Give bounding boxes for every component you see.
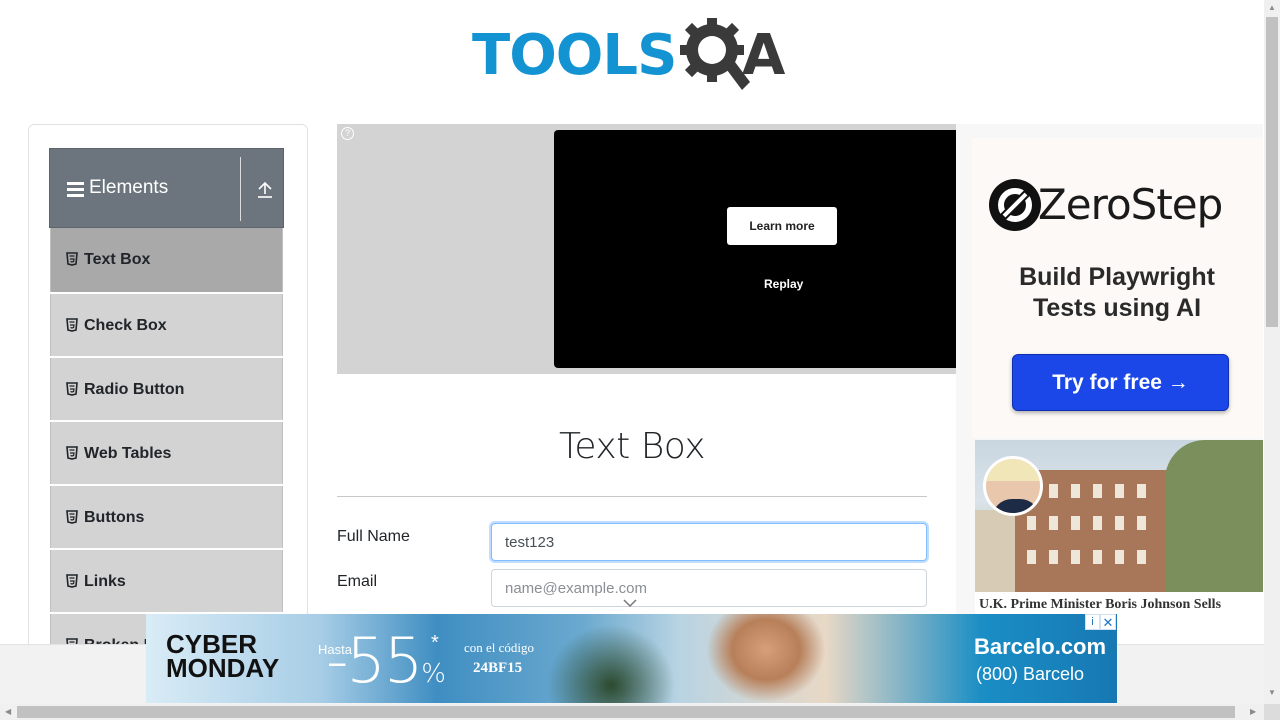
hamburger-icon [67, 182, 84, 197]
vertical-scroll-thumb[interactable] [1266, 17, 1278, 327]
horizontal-scroll-thumb[interactable] [17, 706, 1235, 718]
sidebar-item-check-box[interactable]: Check Box [50, 294, 283, 356]
html5-icon [66, 446, 78, 460]
zerostep-tagline: Build Playwright Tests using AI [1019, 263, 1215, 322]
avatar [983, 456, 1043, 516]
vertical-scrollbar[interactable]: ▲ ▼ [1264, 0, 1280, 704]
news-photo [975, 440, 1263, 592]
person-image [706, 614, 826, 703]
logo-text: TOOLS [472, 23, 677, 88]
zerostep-logo-icon [989, 179, 1041, 231]
right-ad[interactable]: ZeroStep Build Playwright Tests using AI… [956, 124, 1263, 644]
collapse-up-icon[interactable] [256, 181, 274, 199]
zerostep-brand: ZeroStep [1038, 180, 1223, 229]
scroll-right-icon[interactable]: ▶ [1250, 707, 1256, 716]
zerostep-ad[interactable]: ZeroStep Build Playwright Tests using AI… [972, 138, 1263, 438]
sidebar-accordion: Elements Text Box Check Box Radio Button… [49, 148, 284, 648]
logo-text-a: A [742, 23, 786, 88]
try-for-free-button[interactable]: Try for free → [1012, 354, 1229, 411]
full-name-label: Full Name [337, 528, 410, 545]
divider [337, 496, 927, 497]
sidebar-item-label: Buttons [84, 509, 145, 526]
sidebar-item-label: Web Tables [84, 445, 172, 462]
monday-line: MONDAY [166, 653, 280, 683]
sidebar-item-label: Links [84, 573, 126, 590]
sidebar-item-label: Radio Button [84, 381, 185, 398]
sidebar-item-label: Text Box [84, 251, 151, 268]
news-caption[interactable]: U.K. Prime Minister Boris Johnson Sells [979, 597, 1221, 613]
html5-icon [66, 252, 78, 266]
scrollbar-corner [1264, 704, 1280, 720]
html5-icon [66, 382, 78, 396]
scroll-down-icon[interactable]: ▼ [1268, 688, 1276, 697]
video-player[interactable] [554, 130, 956, 368]
ad-info-icon[interactable]: i [1085, 614, 1100, 630]
scroll-up-icon[interactable]: ▲ [1268, 3, 1276, 12]
sidebar-item-text-box[interactable]: Text Box [50, 228, 283, 292]
sidebar-item-radio-button[interactable]: Radio Button [50, 358, 283, 420]
sidebar-item-buttons[interactable]: Buttons [50, 486, 283, 548]
ad-close-icon[interactable]: ✕ [1100, 614, 1116, 630]
ad-help-icon[interactable]: ? [341, 127, 354, 140]
sidebar-item-label: Check Box [84, 317, 167, 334]
toolsqa-logo[interactable]: TOOLS A [472, 14, 796, 92]
html5-icon [66, 318, 78, 332]
header-divider [240, 157, 241, 221]
elements-group-header[interactable]: Elements [49, 148, 284, 228]
video-ad[interactable]: ? Learn more Replay [337, 124, 956, 374]
barcelo-brand: Barcelo.com [974, 634, 1107, 659]
chevron-down-icon[interactable] [622, 598, 638, 608]
asterisk: * [431, 632, 439, 654]
barcelo-phone: (800) Barcelo [976, 664, 1085, 684]
replay-button[interactable]: Replay [764, 277, 803, 291]
horizontal-scrollbar[interactable]: ◀ ▶ [0, 704, 1264, 720]
group-title: Elements [89, 177, 169, 198]
palm-image [536, 614, 686, 703]
email-label: Email [337, 573, 378, 590]
sidebar-item-links[interactable]: Links [50, 550, 283, 612]
discount-value: -55% [326, 624, 446, 697]
barcelo-banner-ad[interactable]: CYBER MONDAY Hasta -55% * con el código … [146, 614, 1117, 703]
html5-icon [66, 574, 78, 588]
page-title: Text Box [558, 426, 706, 467]
full-name-input[interactable] [491, 523, 927, 561]
cyber-monday-text: CYBER MONDAY [166, 631, 280, 683]
code-label: con el código [464, 640, 535, 655]
learn-more-button[interactable]: Learn more [727, 207, 837, 245]
promo-code: 24BF15 [473, 660, 523, 676]
scroll-left-icon[interactable]: ◀ [5, 707, 11, 716]
sidebar-item-web-tables[interactable]: Web Tables [50, 422, 283, 484]
email-input[interactable] [491, 569, 927, 607]
html5-icon [66, 510, 78, 524]
